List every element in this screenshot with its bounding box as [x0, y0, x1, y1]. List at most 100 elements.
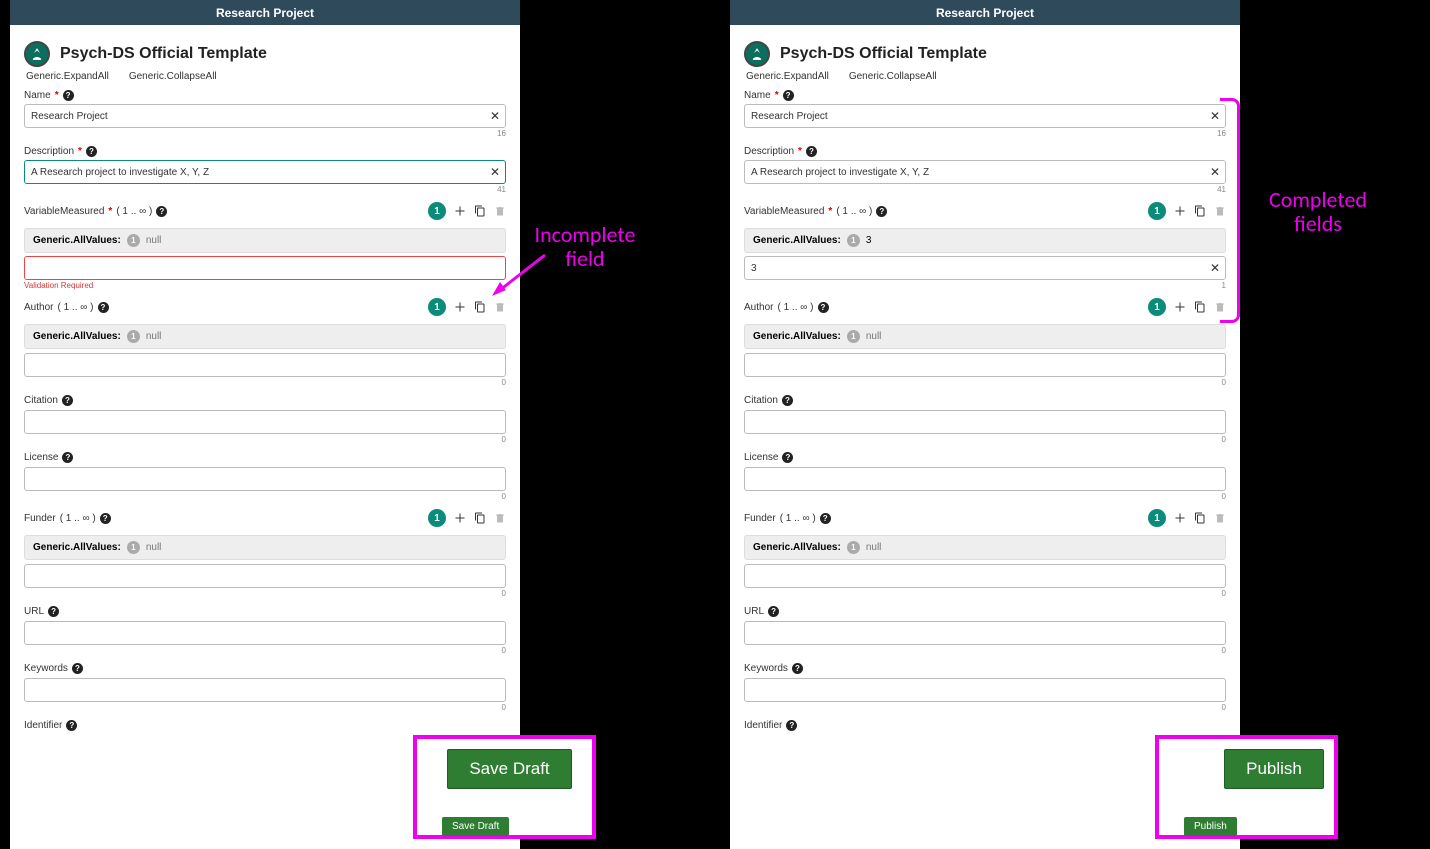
- required-star: *: [775, 90, 779, 101]
- count-badge: 1: [428, 202, 446, 220]
- mini-badge: 1: [127, 541, 140, 554]
- help-icon[interactable]: ?: [98, 302, 109, 313]
- description-label-row: Description * ?: [24, 146, 506, 157]
- author-label: Author: [24, 302, 53, 313]
- help-icon[interactable]: ?: [818, 302, 829, 313]
- save-draft-button-small[interactable]: Save Draft: [442, 817, 509, 836]
- license-label: License: [744, 452, 778, 463]
- keywords-input[interactable]: [744, 678, 1226, 702]
- logo-icon: [744, 41, 770, 67]
- count-badge: 1: [1148, 298, 1166, 316]
- expand-all-link[interactable]: Generic.ExpandAll: [26, 71, 109, 82]
- url-label-row: URL ?: [24, 606, 506, 617]
- url-input[interactable]: [744, 621, 1226, 645]
- help-icon[interactable]: ?: [768, 606, 779, 617]
- allvalues-bar: Generic.AllValues: 1 null: [24, 228, 506, 253]
- help-icon[interactable]: ?: [792, 663, 803, 674]
- keywords-label: Keywords: [24, 663, 68, 674]
- name-input[interactable]: [24, 104, 506, 128]
- keywords-input[interactable]: [24, 678, 506, 702]
- variable-input[interactable]: [744, 256, 1226, 280]
- license-input[interactable]: [24, 467, 506, 491]
- description-input[interactable]: [744, 160, 1226, 184]
- help-icon[interactable]: ?: [100, 513, 111, 524]
- description-input[interactable]: [24, 160, 506, 184]
- help-icon[interactable]: ?: [782, 452, 793, 463]
- clear-icon[interactable]: ✕: [1210, 109, 1220, 123]
- citation-input[interactable]: [744, 410, 1226, 434]
- publish-button-small[interactable]: Publish: [1184, 817, 1237, 836]
- identifier-label-row: Identifier ?: [744, 720, 1226, 731]
- url-input[interactable]: [24, 621, 506, 645]
- author-input[interactable]: [744, 353, 1226, 377]
- url-label: URL: [744, 606, 764, 617]
- help-icon[interactable]: ?: [156, 206, 167, 217]
- help-icon[interactable]: ?: [820, 513, 831, 524]
- help-icon[interactable]: ?: [72, 663, 83, 674]
- author-label: Author: [744, 302, 773, 313]
- required-star: *: [78, 146, 82, 157]
- collapse-all-link[interactable]: Generic.CollapseAll: [849, 71, 937, 82]
- expand-all-link[interactable]: Generic.ExpandAll: [746, 71, 829, 82]
- topbar-title: Research Project: [216, 6, 314, 20]
- help-icon[interactable]: ?: [806, 146, 817, 157]
- help-icon[interactable]: ?: [63, 90, 74, 101]
- allvalues-value: 3: [866, 235, 872, 246]
- author-input[interactable]: [24, 353, 506, 377]
- author-count: 0: [744, 378, 1226, 387]
- page-title: Psych-DS Official Template: [780, 45, 987, 63]
- name-input[interactable]: [744, 104, 1226, 128]
- add-icon[interactable]: [454, 205, 466, 217]
- funder-input[interactable]: [744, 564, 1226, 588]
- help-icon[interactable]: ?: [48, 606, 59, 617]
- clear-icon[interactable]: ✕: [490, 109, 500, 123]
- count-badge: 1: [1148, 509, 1166, 527]
- add-icon[interactable]: [454, 512, 466, 524]
- help-icon[interactable]: ?: [62, 452, 73, 463]
- help-icon[interactable]: ?: [876, 206, 887, 217]
- add-icon[interactable]: [1174, 512, 1186, 524]
- title-row: Psych-DS Official Template: [24, 41, 506, 67]
- add-icon[interactable]: [454, 301, 466, 313]
- topbar: Research Project: [10, 0, 520, 25]
- help-icon[interactable]: ?: [782, 395, 793, 406]
- variable-section-head: VariableMeasured * ( 1 .. ∞ ) ? 1: [24, 202, 506, 220]
- funder-label: Funder: [744, 513, 776, 524]
- help-icon[interactable]: ?: [786, 720, 797, 731]
- variable-input-error[interactable]: [24, 256, 506, 280]
- license-label-row: License ?: [24, 452, 506, 463]
- help-icon[interactable]: ?: [86, 146, 97, 157]
- copy-icon[interactable]: [474, 301, 486, 313]
- copy-icon[interactable]: [1194, 301, 1206, 313]
- license-input[interactable]: [744, 467, 1226, 491]
- funder-input[interactable]: [24, 564, 506, 588]
- copy-icon[interactable]: [1194, 512, 1206, 524]
- count-badge: 1: [1148, 202, 1166, 220]
- citation-input[interactable]: [24, 410, 506, 434]
- url-count: 0: [24, 646, 506, 655]
- allvalues-value: null: [146, 542, 162, 553]
- copy-icon[interactable]: [1194, 205, 1206, 217]
- license-label-row: License ?: [744, 452, 1226, 463]
- help-icon[interactable]: ?: [783, 90, 794, 101]
- validation-error-text: Validation Required: [24, 281, 506, 290]
- publish-button-large[interactable]: Publish: [1224, 749, 1324, 789]
- help-icon[interactable]: ?: [62, 395, 73, 406]
- clear-icon[interactable]: ✕: [1210, 165, 1220, 179]
- bracket-icon: [1220, 98, 1240, 323]
- copy-icon[interactable]: [474, 512, 486, 524]
- clear-icon[interactable]: ✕: [1210, 261, 1220, 275]
- funder-count: 0: [24, 589, 506, 598]
- allvalues-value: null: [146, 235, 162, 246]
- copy-icon[interactable]: [474, 205, 486, 217]
- clear-icon[interactable]: ✕: [490, 165, 500, 179]
- help-icon[interactable]: ?: [66, 720, 77, 731]
- logo-icon: [24, 41, 50, 67]
- save-draft-button-large[interactable]: Save Draft: [447, 749, 572, 789]
- add-icon[interactable]: [1174, 301, 1186, 313]
- add-icon[interactable]: [1174, 205, 1186, 217]
- description-label: Description: [24, 146, 74, 157]
- collapse-all-link[interactable]: Generic.CollapseAll: [129, 71, 217, 82]
- keywords-count: 0: [744, 703, 1226, 712]
- keywords-label-row: Keywords ?: [24, 663, 506, 674]
